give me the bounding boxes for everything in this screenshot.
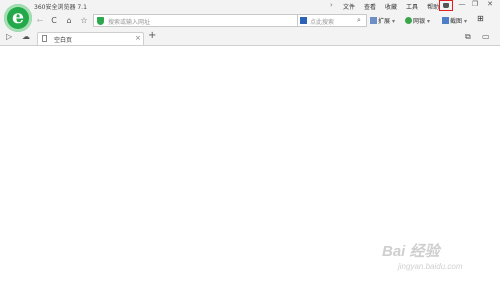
coin-icon [405, 17, 412, 24]
scissors-icon [442, 17, 449, 24]
screenshot-button[interactable]: 截图 ▾ [442, 16, 467, 25]
tab-bar: ▷ ☁ 空白页 × + ⧉ ▭ [0, 30, 500, 46]
title-bar: 360安全浏览器 7.1 › 文件 查看 收藏 工具 帮助 — ❐ ✕ [0, 0, 500, 14]
page-icon [42, 35, 47, 42]
menu-tools[interactable]: 工具 [404, 2, 420, 11]
search-box[interactable]: 点此搜索 ⌕ [297, 14, 367, 27]
extensions-button[interactable]: 扩展 ▾ [370, 16, 395, 25]
tab-blank-page[interactable]: 空白页 × [37, 32, 144, 45]
search-icon[interactable]: ⌕ [357, 16, 361, 25]
navigation-bar: ← C ⌂ ☆ 搜索或输入网址 ⚡ ▾ 点此搜索 ⌕ 扩展▾ 网银▾ 截图▾ ⊞ [32, 14, 500, 29]
home-button[interactable]: ⌂ [63, 15, 75, 27]
skin-button[interactable] [439, 0, 453, 11]
app-title: 360安全浏览器 7.1 [34, 4, 87, 11]
watermark-domain: jingyan.baidu.com [398, 262, 463, 271]
search-placeholder: 点此搜索 [310, 19, 335, 26]
menu-favorites[interactable]: 收藏 [383, 2, 399, 11]
search-engine-icon[interactable] [300, 17, 307, 24]
maximize-button[interactable]: ❐ [469, 0, 481, 8]
chevron-right-icon[interactable]: › [330, 1, 333, 9]
favorite-button[interactable]: ☆ [78, 15, 90, 27]
grid-icon [370, 17, 377, 24]
tab-list-icon[interactable]: ▭ [482, 32, 490, 41]
shield-icon [97, 17, 104, 25]
menu-bar: 文件 查看 收藏 工具 帮助 [341, 2, 441, 11]
tab-close-icon[interactable]: × [135, 34, 141, 42]
close-button[interactable]: ✕ [484, 0, 496, 8]
address-bar[interactable]: 搜索或输入网址 ⚡ ▾ [93, 14, 355, 27]
refresh-button[interactable]: C [48, 15, 60, 27]
tab-restore-icon[interactable]: ⧉ [465, 32, 471, 42]
cloud-icon[interactable]: ☁ [22, 32, 30, 41]
minimize-button[interactable]: — [456, 0, 468, 8]
tab-label: 空白页 [54, 37, 73, 44]
back-button[interactable]: ← [34, 15, 46, 27]
shirt-icon [443, 3, 449, 8]
watermark: Bai 经验 jingyan.baidu.com [382, 240, 490, 282]
address-placeholder: 搜索或输入网址 [108, 19, 151, 26]
new-tab-button[interactable]: + [148, 31, 156, 41]
watermark-brand: Bai 经验 [382, 243, 440, 260]
sidebar-toggle-icon[interactable]: ▷ [6, 32, 12, 41]
online-banking-button[interactable]: 网银 ▾ [405, 16, 430, 25]
menu-file[interactable]: 文件 [341, 2, 357, 11]
menu-view[interactable]: 查看 [362, 2, 378, 11]
menu-grid-icon[interactable]: ⊞ [477, 14, 484, 23]
